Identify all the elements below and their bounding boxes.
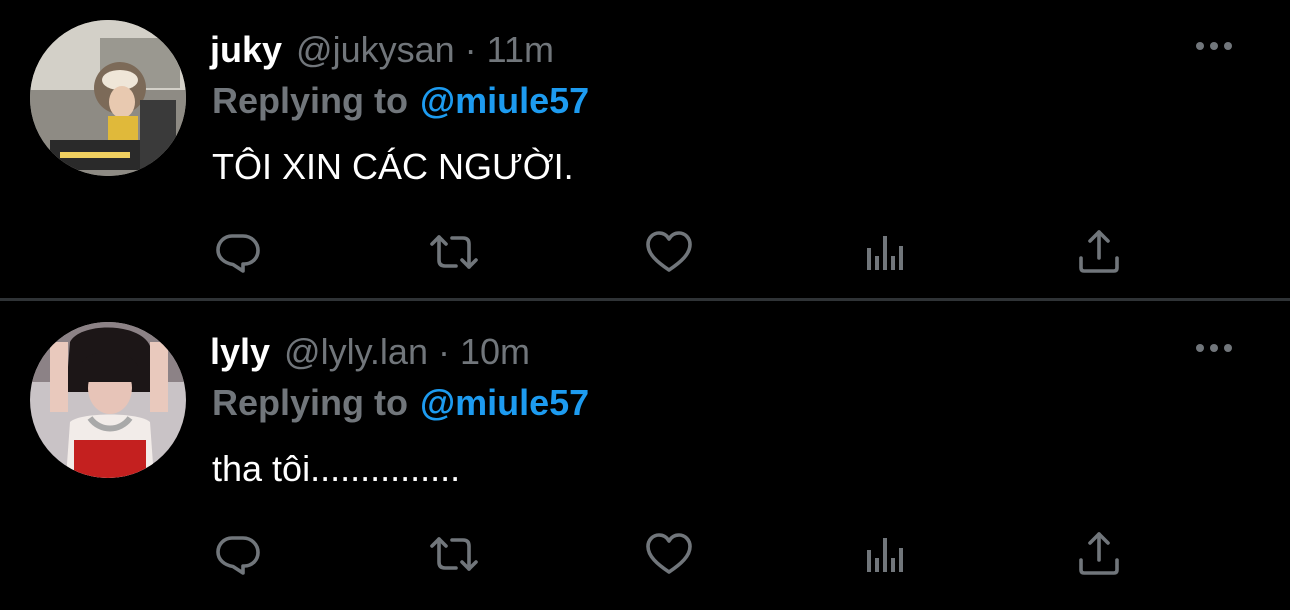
user-handle[interactable]: @lyly.lan bbox=[284, 331, 428, 373]
tweet-feed: juky @jukysan · 11m Replying to @miule57 … bbox=[0, 0, 1290, 610]
avatar[interactable] bbox=[30, 20, 186, 176]
avatar-photo bbox=[30, 20, 186, 176]
user-handle[interactable]: @jukysan bbox=[296, 29, 455, 71]
more-dots-icon[interactable] bbox=[1194, 38, 1234, 54]
bar-chart-icon[interactable] bbox=[858, 528, 910, 580]
retweet-icon[interactable] bbox=[428, 226, 480, 278]
avatar-photo bbox=[30, 322, 186, 478]
reply-mention-link[interactable]: @miule57 bbox=[420, 80, 589, 121]
reply-mention-link[interactable]: @miule57 bbox=[420, 382, 589, 423]
tweet-divider bbox=[0, 298, 1290, 301]
tweet-actions bbox=[0, 226, 1290, 278]
tweet-actions bbox=[0, 528, 1290, 580]
display-name[interactable]: juky bbox=[210, 29, 282, 71]
replying-to: Replying to @miule57 bbox=[212, 382, 589, 424]
timestamp[interactable]: 10m bbox=[460, 331, 530, 373]
heart-icon[interactable] bbox=[643, 528, 695, 580]
share-upload-icon[interactable] bbox=[1073, 528, 1125, 580]
heart-icon[interactable] bbox=[643, 226, 695, 278]
replying-to: Replying to @miule57 bbox=[212, 80, 589, 122]
tweet[interactable]: juky @jukysan · 11m Replying to @miule57 … bbox=[0, 0, 1290, 300]
tweet-header: lyly @lyly.lan · 10m bbox=[210, 330, 530, 374]
replying-to-label: Replying to bbox=[212, 80, 408, 121]
tweet[interactable]: lyly @lyly.lan · 10m Replying to @miule57… bbox=[0, 302, 1290, 610]
tweet-text: TÔI XIN CÁC NGƯỜI. bbox=[212, 146, 574, 187]
more-dots-icon[interactable] bbox=[1194, 340, 1234, 356]
tweet-text: tha tôi............... bbox=[212, 448, 461, 489]
retweet-icon[interactable] bbox=[428, 528, 480, 580]
reply-bubble-icon[interactable] bbox=[212, 226, 264, 278]
separator-dot: · bbox=[464, 29, 477, 70]
display-name[interactable]: lyly bbox=[210, 331, 270, 373]
share-upload-icon[interactable] bbox=[1073, 226, 1125, 278]
avatar[interactable] bbox=[30, 322, 186, 478]
timestamp[interactable]: 11m bbox=[487, 29, 554, 71]
replying-to-label: Replying to bbox=[212, 382, 408, 423]
reply-bubble-icon[interactable] bbox=[212, 528, 264, 580]
tweet-header: juky @jukysan · 11m bbox=[210, 28, 554, 72]
bar-chart-icon[interactable] bbox=[858, 226, 910, 278]
separator-dot: · bbox=[437, 331, 450, 372]
